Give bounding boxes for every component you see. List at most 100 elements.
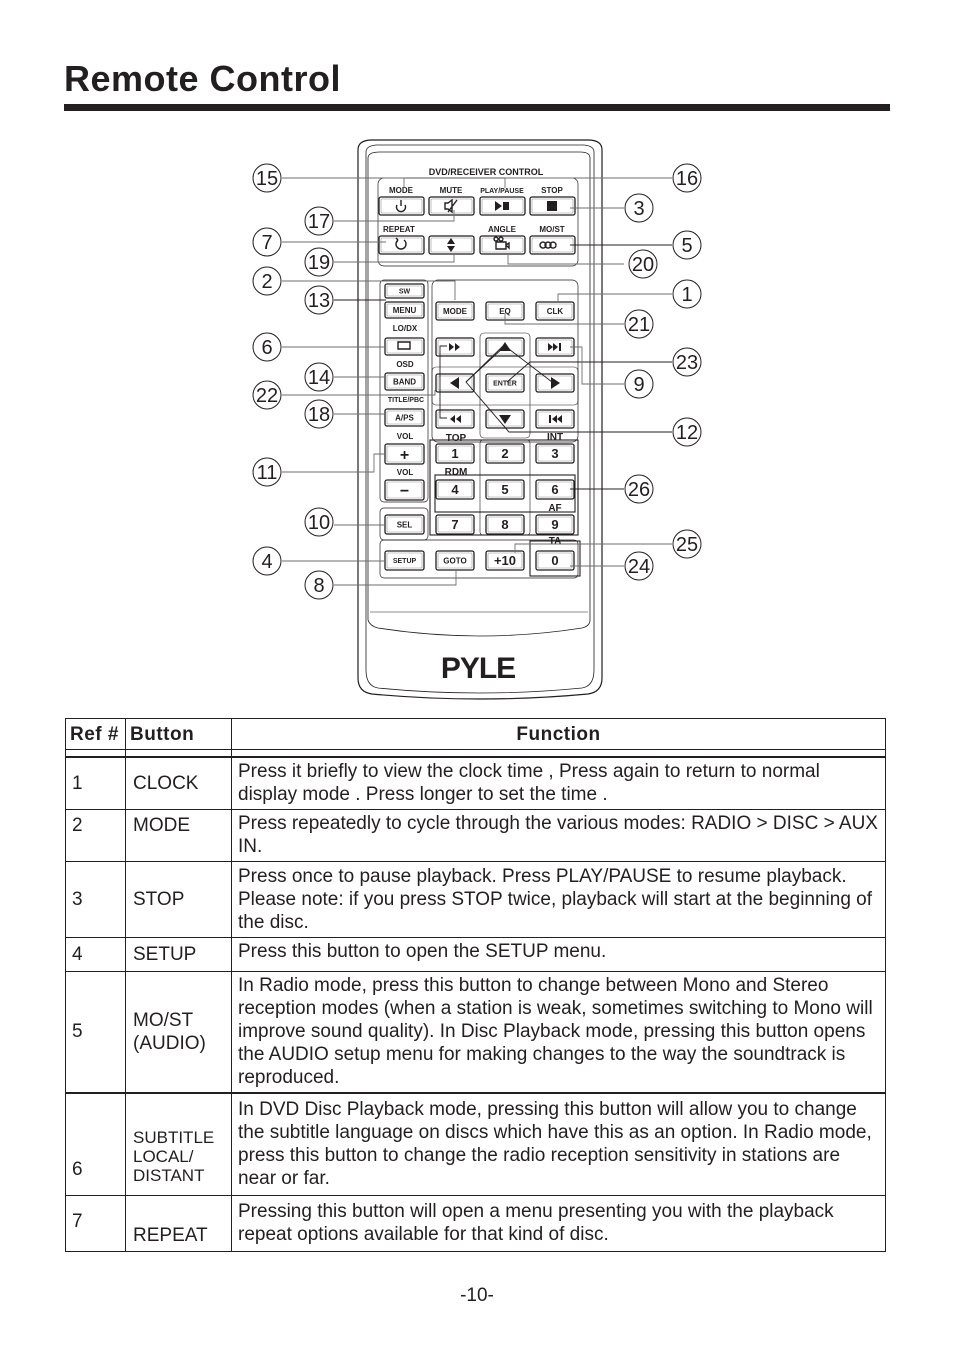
ref-cell: 2 xyxy=(65,808,126,862)
table-row: 6 SUBTITLE LOCAL/ DISTANT In DVD Disc Pl… xyxy=(65,1092,886,1196)
callout-19: 19 xyxy=(304,247,334,277)
plus10-button-label: +10 xyxy=(494,553,516,568)
title-rule xyxy=(64,104,890,111)
callout-number: 4 xyxy=(261,551,272,573)
right-button[interactable] xyxy=(535,373,575,393)
callout-11: 11 xyxy=(252,457,282,487)
top-button-stop[interactable] xyxy=(529,196,576,216)
header-button: Button xyxy=(125,718,232,750)
button-cell: REPEAT xyxy=(125,1194,232,1252)
callout-number: 10 xyxy=(308,512,330,534)
section-label: DVD/RECEIVER CONTROL xyxy=(429,167,544,177)
clk-button[interactable]: CLK xyxy=(535,301,575,321)
mode-button[interactable]: MODE xyxy=(435,301,475,321)
callout-3: 3 xyxy=(624,193,654,223)
key-9-button[interactable]: 9 xyxy=(535,514,575,535)
callout-number: 26 xyxy=(628,479,650,501)
band-button-label: BAND xyxy=(393,377,416,386)
callout-number: 14 xyxy=(308,367,330,389)
button-cell: SETUP xyxy=(125,936,232,972)
callout-number: 6 xyxy=(261,337,272,359)
aps-button[interactable]: A/PS xyxy=(384,408,425,427)
callout-number: 22 xyxy=(256,385,278,407)
down-button[interactable] xyxy=(485,409,525,429)
left-button[interactable] xyxy=(435,373,475,393)
callout-4: 4 xyxy=(252,546,282,576)
table-row: 7 REPEAT Pressing this button will open … xyxy=(65,1194,886,1252)
setup-button[interactable]: SETUP xyxy=(384,550,425,571)
table-row: 1 CLOCK Press it briefly to view the clo… xyxy=(65,756,886,810)
button-cell: CLOCK xyxy=(125,756,232,810)
top-button-mode[interactable] xyxy=(378,196,425,216)
top-button-arrows[interactable] xyxy=(428,235,475,255)
key-6-button[interactable]: 6 xyxy=(535,479,575,500)
rewind-button[interactable] xyxy=(435,409,475,429)
callout-9: 9 xyxy=(624,369,654,399)
callout-number: 1 xyxy=(681,284,692,306)
button-cell: MO/ST (AUDIO) xyxy=(125,970,232,1094)
key-7-button[interactable]: 7 xyxy=(435,514,475,535)
clk-button-label: CLK xyxy=(547,307,564,316)
key-1-button-label: 1 xyxy=(451,446,458,461)
top-button-caption: PLAY/PAUSE xyxy=(480,188,524,195)
top-button-caption: STOP xyxy=(541,186,563,195)
vol-label: VOL xyxy=(397,468,414,477)
fast-forward-button[interactable] xyxy=(435,337,475,357)
sel-button[interactable]: SEL xyxy=(384,514,425,535)
menu-button[interactable]: MENU xyxy=(384,301,425,319)
callout-number: 23 xyxy=(676,352,698,374)
goto-button[interactable]: GOTO xyxy=(435,550,475,571)
button-cell: STOP xyxy=(125,860,232,938)
top-button-mo-st[interactable] xyxy=(529,235,576,255)
ref-cell: 5 xyxy=(65,970,126,1094)
vol-up-button-label: + xyxy=(400,447,409,464)
subtitle-button[interactable] xyxy=(384,337,425,356)
callout-number: 9 xyxy=(633,374,644,396)
vol-down-button[interactable]: − xyxy=(384,479,425,501)
callout-2: 2 xyxy=(252,266,282,296)
key-3-button[interactable]: 3 xyxy=(535,443,575,464)
page-number: -10- xyxy=(460,1285,494,1306)
key-1-button[interactable]: 1 xyxy=(435,443,475,464)
top-button-play-pause[interactable] xyxy=(479,196,526,216)
stop-icon xyxy=(547,201,557,211)
table-row: 5 MO/ST (AUDIO) In Radio mode, press thi… xyxy=(65,970,886,1094)
key-5-button-label: 5 xyxy=(501,482,508,497)
goto-button-label: GOTO xyxy=(443,556,466,565)
prev-track-button[interactable] xyxy=(535,409,575,429)
top-button-mute[interactable] xyxy=(428,196,475,216)
plus10-button[interactable]: +10 xyxy=(485,550,525,571)
callout-number: 25 xyxy=(676,534,698,556)
top-button-caption: MO/ST xyxy=(539,225,564,234)
key-5-button[interactable]: 5 xyxy=(485,479,525,500)
vol-up-button[interactable]: + xyxy=(384,443,425,465)
key-0-button-label: 0 xyxy=(551,553,558,568)
osd-label: OSD xyxy=(396,360,414,369)
callout-1: 1 xyxy=(672,279,702,309)
next-track-button[interactable] xyxy=(535,337,575,357)
enter-button-label: ENTER xyxy=(493,381,517,388)
callout-number: 11 xyxy=(257,462,278,484)
table-row: 2 MODE Press repeatedly to cycle through… xyxy=(65,808,886,862)
top-button-repeat[interactable] xyxy=(378,235,425,255)
function-cell: Press it briefly to view the clock time … xyxy=(231,756,886,810)
sw-button[interactable]: SW xyxy=(384,283,425,299)
key-4-button[interactable]: 4 xyxy=(435,479,475,500)
key-2-button[interactable]: 2 xyxy=(485,443,525,464)
callout-12: 12 xyxy=(672,417,702,447)
callout-number: 17 xyxy=(308,211,330,233)
function-cell: Press once to pause playback. Press PLAY… xyxy=(231,860,886,938)
band-button[interactable]: BAND xyxy=(384,372,425,391)
int-label: INT xyxy=(547,432,563,443)
callout-number: 13 xyxy=(308,290,330,312)
up-button[interactable] xyxy=(485,337,525,357)
ref-cell: 4 xyxy=(65,936,126,972)
callout-number: 7 xyxy=(261,232,272,254)
function-cell: In Radio mode, press this button to chan… xyxy=(231,970,886,1094)
enter-button[interactable]: ENTER xyxy=(485,373,525,393)
callout-14: 14 xyxy=(304,362,334,392)
top-button-caption: MUTE xyxy=(440,186,463,195)
key-8-button[interactable]: 8 xyxy=(485,514,525,535)
top-button-angle[interactable] xyxy=(479,235,526,255)
key-0-button[interactable]: 0 xyxy=(535,550,575,571)
